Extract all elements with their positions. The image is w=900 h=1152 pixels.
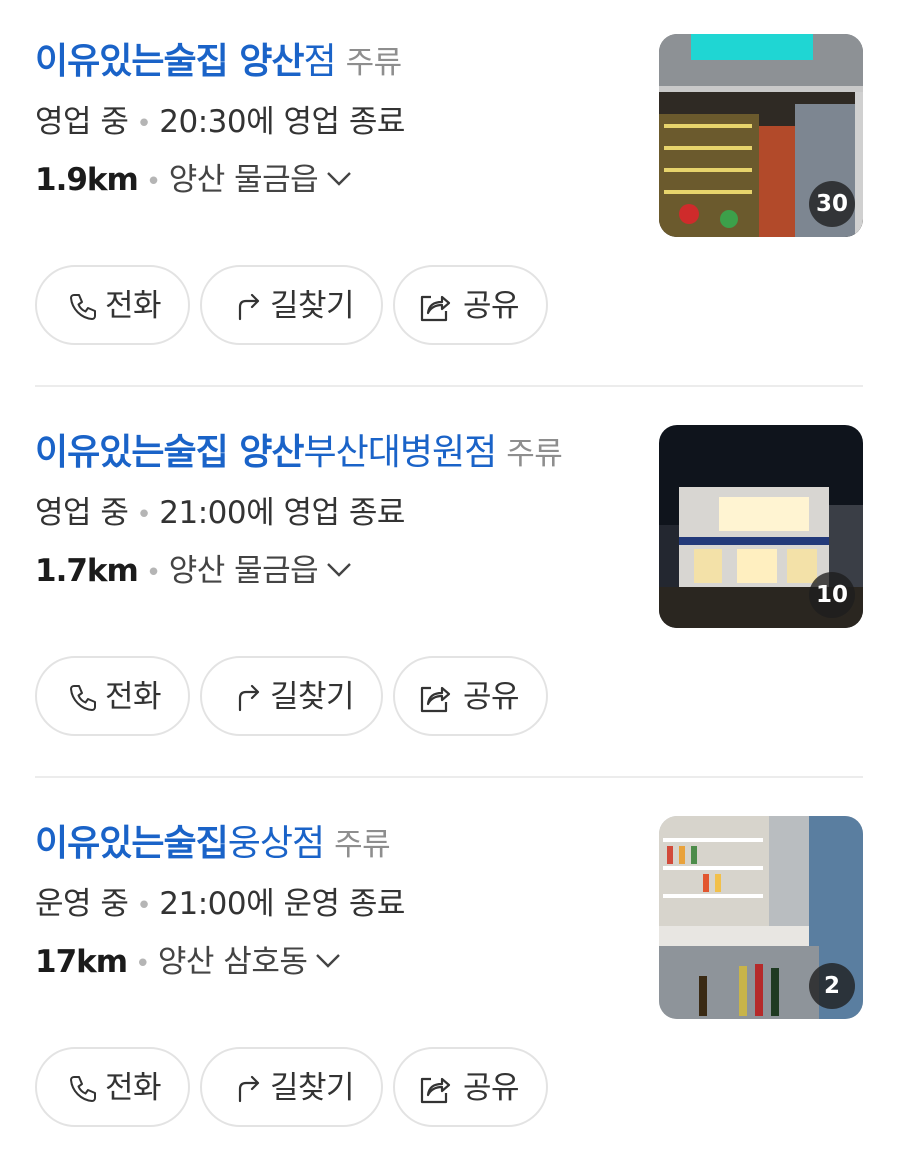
separator-dot: •: [136, 500, 152, 530]
separator-dot: •: [145, 558, 161, 588]
place-list: 이유있는술집 양산점 주류 영업 중 • 20:30에 영업 종료 1.9km • 양산 …: [0, 0, 900, 1152]
share-label: 공유: [463, 679, 520, 715]
place-photo[interactable]: 10: [659, 425, 863, 628]
distance: 1.7km: [35, 553, 139, 589]
phone-icon: [70, 294, 96, 320]
region: 양산 물금읍: [168, 553, 319, 589]
place-name-rest: 웅상점: [227, 823, 325, 864]
phone-icon: [70, 685, 96, 711]
directions-button[interactable]: 길찾기: [200, 1047, 383, 1127]
location-info[interactable]: 1.7km • 양산 물금읍: [35, 549, 352, 595]
divider: [35, 385, 863, 387]
divider: [35, 776, 863, 778]
place-name-rest: 부산대병원점: [303, 432, 498, 473]
place-title-link[interactable]: 이유있는술집 양산부산대병원점 주류: [35, 429, 645, 477]
share-icon: [420, 686, 451, 713]
call-button[interactable]: 전화: [35, 656, 190, 736]
place-category: 주류: [506, 436, 563, 472]
share-label: 공유: [463, 1070, 520, 1106]
share-label: 공유: [463, 288, 520, 324]
turn-arrow-icon: [238, 684, 260, 712]
business-status: 영업 중 • 21:00에 영업 종료: [35, 491, 405, 537]
directions-label: 길찾기: [270, 1070, 355, 1106]
place-name-highlight: 이유있는술집 양산: [35, 41, 304, 82]
separator-dot: •: [135, 949, 150, 979]
directions-button[interactable]: 길찾기: [200, 656, 383, 736]
call-button[interactable]: 전화: [35, 1047, 190, 1127]
location-info[interactable]: 1.9km • 양산 물금읍: [35, 158, 352, 204]
separator-dot: •: [136, 891, 152, 921]
business-status: 운영 중 • 21:00에 운영 종료: [35, 882, 405, 928]
separator-dot: •: [145, 167, 161, 197]
open-status: 영업 중: [35, 495, 129, 531]
place-title-link[interactable]: 이유있는술집웅상점 주류: [35, 820, 645, 868]
action-bar: 전화 길찾기 공유: [35, 265, 558, 349]
call-label: 전화: [105, 288, 162, 324]
distance: 1.9km: [35, 162, 139, 198]
photo-count-badge: 2: [809, 963, 855, 1009]
directions-label: 길찾기: [270, 288, 355, 324]
place-photo[interactable]: 2: [659, 816, 863, 1019]
place-photo[interactable]: 30: [659, 34, 863, 237]
place-card[interactable]: 이유있는술집웅상점 주류 운영 중 • 21:00에 운영 종료 17km • 양산 삼호…: [0, 782, 900, 1127]
share-icon: [420, 295, 451, 322]
call-button[interactable]: 전화: [35, 265, 190, 345]
chevron-down-icon[interactable]: [315, 953, 341, 969]
action-bar: 전화 길찾기 공유: [35, 1047, 558, 1131]
directions-button[interactable]: 길찾기: [200, 265, 383, 345]
region: 양산 삼호동: [157, 944, 308, 980]
place-card[interactable]: 이유있는술집 양산부산대병원점 주류 영업 중 • 21:00에 영업 종료 1.7k…: [0, 391, 900, 736]
location-info[interactable]: 17km • 양산 삼호동: [35, 940, 341, 986]
closing-time: 21:00에 운영 종료: [159, 886, 405, 922]
photo-count-badge: 30: [809, 181, 855, 227]
photo-count-badge: 10: [809, 572, 855, 618]
call-label: 전화: [105, 679, 162, 715]
place-category: 주류: [345, 45, 403, 81]
turn-arrow-icon: [238, 293, 260, 321]
share-button[interactable]: 공유: [393, 1047, 548, 1127]
business-status: 영업 중 • 20:30에 영업 종료: [35, 100, 405, 146]
closing-time: 20:30에 영업 종료: [159, 104, 405, 140]
action-bar: 전화 길찾기 공유: [35, 656, 558, 740]
place-name-rest: 점: [303, 41, 337, 82]
region: 양산 물금읍: [168, 162, 319, 198]
call-label: 전화: [105, 1070, 162, 1106]
place-category: 주류: [334, 827, 391, 863]
share-button[interactable]: 공유: [393, 265, 548, 345]
directions-label: 길찾기: [270, 679, 355, 715]
place-card[interactable]: 이유있는술집 양산점 주류 영업 중 • 20:30에 영업 종료 1.9km • 양산 …: [0, 0, 900, 345]
open-status: 운영 중: [35, 886, 129, 922]
place-name-highlight: 이유있는술집 양산: [35, 432, 304, 473]
distance: 17km: [35, 944, 128, 980]
place-title-link[interactable]: 이유있는술집 양산점 주류: [35, 38, 645, 86]
place-name-highlight: 이유있는술집: [35, 823, 229, 864]
chevron-down-icon[interactable]: [326, 562, 352, 578]
share-button[interactable]: 공유: [393, 656, 548, 736]
separator-dot: •: [136, 109, 152, 139]
chevron-down-icon[interactable]: [326, 171, 352, 187]
phone-icon: [70, 1076, 96, 1102]
share-icon: [420, 1077, 451, 1104]
closing-time: 21:00에 영업 종료: [159, 495, 405, 531]
open-status: 영업 중: [35, 104, 129, 140]
turn-arrow-icon: [238, 1075, 260, 1103]
